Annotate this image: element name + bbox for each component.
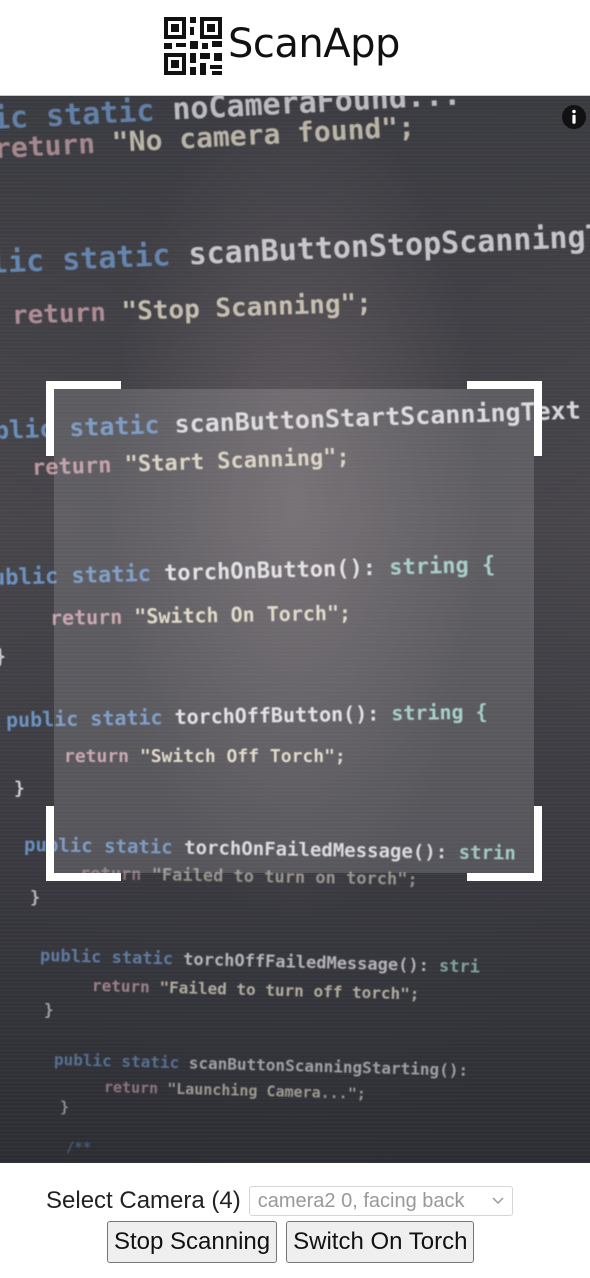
- camera-select[interactable]: camera2 0, facing back: [248, 1186, 513, 1216]
- scan-corner-top-right: [467, 381, 542, 389]
- code-line: public static scanButtonScanningStarting…: [53, 1050, 469, 1080]
- code-line: lic static scanButtonStopScanningText(: [0, 216, 590, 281]
- code-line: }: [14, 778, 25, 799]
- code-line: return "Launching Camera...";: [103, 1078, 367, 1103]
- camera-select-value: camera2 0, facing back: [257, 1189, 465, 1212]
- app-header: ScanApp: [0, 0, 590, 96]
- code-line: public static torchOffFailedMessage(): s…: [39, 946, 481, 978]
- code-line: }: [0, 644, 6, 668]
- scan-region: [54, 389, 534, 873]
- code-line: return "Stop Scanning";: [11, 288, 373, 331]
- code-line: /**: [66, 1140, 92, 1156]
- select-camera-label: Select Camera (4): [46, 1187, 241, 1214]
- chevron-down-icon: [492, 1197, 504, 1205]
- scan-corner-top-right: [534, 381, 542, 456]
- switch-torch-button[interactable]: Switch On Torch: [286, 1221, 475, 1263]
- code-line: }: [30, 888, 41, 908]
- info-icon[interactable]: [561, 104, 587, 130]
- scan-corner-bottom-right: [467, 873, 542, 881]
- scan-corner-bottom-left: [46, 873, 121, 881]
- scanner-controls: Select Camera (4) camera2 0, facing back…: [0, 1163, 590, 1278]
- scan-corner-bottom-right: [534, 806, 542, 881]
- code-line: }: [44, 1000, 54, 1019]
- code-line: }: [60, 1098, 70, 1116]
- camera-selection-row: Select Camera (4) camera2 0, facing back: [46, 1185, 513, 1217]
- qr-code-icon: [164, 17, 222, 75]
- code-line: return "Failed to turn off torch";: [91, 976, 420, 1004]
- stop-scanning-button[interactable]: Stop Scanning: [107, 1221, 278, 1263]
- scan-corner-top-left: [46, 381, 54, 456]
- camera-viewfinder[interactable]: ic static noCameraFound... return "No cam…: [0, 96, 590, 1163]
- scan-corner-top-left: [46, 381, 121, 389]
- scan-corner-bottom-left: [46, 806, 54, 881]
- app-title: ScanApp: [228, 21, 400, 67]
- scanner-button-row: Stop Scanning Switch On Torch: [107, 1220, 475, 1264]
